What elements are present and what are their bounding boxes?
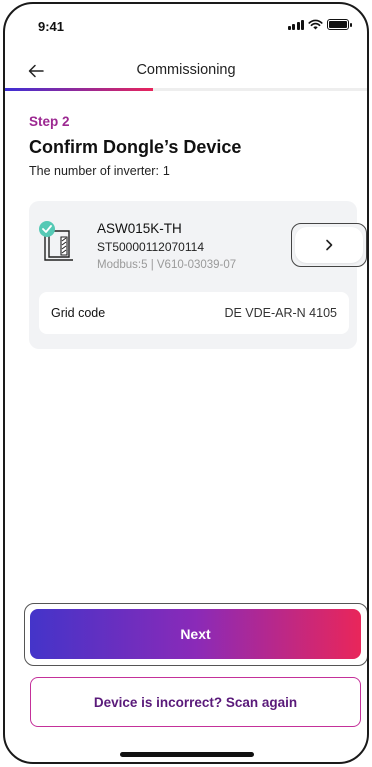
device-card: ASW015K-TH ST50000112070114 Modbus:5 | V… xyxy=(29,201,367,349)
check-icon xyxy=(42,225,52,233)
device-detail-button-inner xyxy=(295,227,363,263)
next-button-focus-frame: Next xyxy=(24,603,367,666)
status-bar: 9:41 xyxy=(5,4,367,48)
scan-again-button[interactable]: Device is incorrect? Scan again xyxy=(30,677,361,727)
device-detail-button[interactable] xyxy=(291,223,367,267)
step-label: Step 2 xyxy=(29,114,70,129)
step-progress-bar xyxy=(5,88,367,91)
page-title: Confirm Dongle’s Device xyxy=(29,137,242,157)
nav-bar: Commissioning xyxy=(5,56,367,86)
battery-icon xyxy=(327,19,352,30)
signal-icon xyxy=(287,19,304,30)
inverter-count-value: 1 xyxy=(162,164,170,178)
next-button[interactable]: Next xyxy=(30,609,361,659)
home-indicator xyxy=(120,752,254,757)
device-model: ASW015K-TH xyxy=(97,221,182,236)
inverter-count: The number of inverter: 1 xyxy=(29,164,170,178)
page-header-title: Commissioning xyxy=(136,62,236,78)
status-time: 9:41 xyxy=(38,19,65,34)
chevron-right-icon xyxy=(326,239,333,251)
device-serial: ST50000112070114 xyxy=(97,240,204,254)
check-badge xyxy=(39,221,55,237)
phone-frame: 9:41 Commissioning Step 2 Confirm Dongle… xyxy=(3,2,369,764)
inverter-count-label: The number of inverter: xyxy=(29,164,159,178)
grid-code-label: Grid code xyxy=(51,306,106,320)
grid-code-row: Grid code DE VDE-AR-N 4105 xyxy=(39,292,349,334)
wifi-icon xyxy=(308,19,323,30)
step-progress-fill xyxy=(5,88,154,91)
device-icon-wrap xyxy=(39,221,79,263)
status-icons xyxy=(287,19,352,30)
device-meta: Modbus:5 | V610-03039-07 xyxy=(97,259,237,271)
grid-code-value: DE VDE-AR-N 4105 xyxy=(224,306,337,320)
